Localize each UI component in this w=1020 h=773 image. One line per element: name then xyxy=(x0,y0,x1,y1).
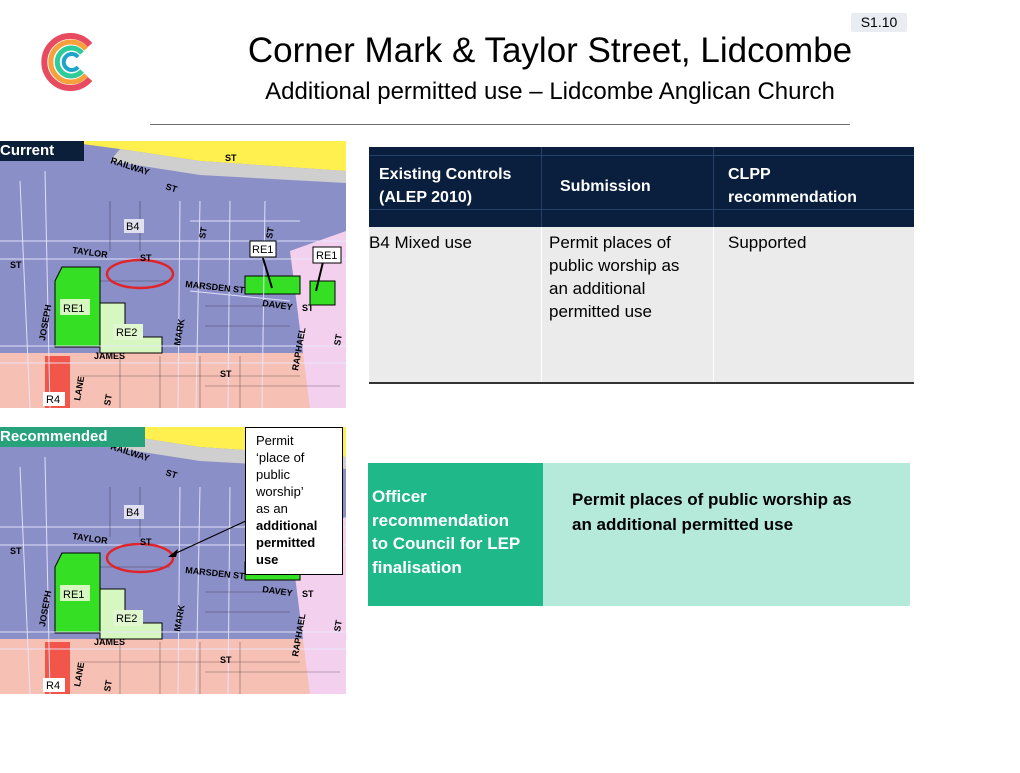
callout-box: Permit ‘place of public worship’ as an a… xyxy=(245,427,343,575)
st-label-west: ST xyxy=(10,260,22,270)
re1-zone-east-2 xyxy=(309,280,336,306)
lane-st-label-rec: ST xyxy=(102,679,114,693)
raphael-st-label: ST xyxy=(332,333,344,347)
taylor-st-label: ST xyxy=(140,253,152,263)
header-rule-bottom xyxy=(369,209,914,210)
header-rule-top xyxy=(369,155,914,156)
page-title: Corner Mark & Taylor Street, Lidcombe xyxy=(247,31,853,70)
callout-line-6: additional xyxy=(256,518,318,533)
current-map-graphic: B4 RE1 RE1 RE1 RE2 R4 RAILWAY ST ST TAYL… xyxy=(0,141,346,408)
james-street-label: JAMES xyxy=(94,351,125,361)
page-subtitle: Additional permitted use – Lidcombe Angl… xyxy=(265,78,835,105)
callout-line-4: worship’ xyxy=(256,484,304,499)
st-label-top: ST xyxy=(225,153,237,163)
header-existing-line-2: (ALEP 2010) xyxy=(379,189,473,206)
callout-line-8: use xyxy=(256,552,279,567)
r4-label-rec: R4 xyxy=(46,680,60,692)
re1-label-east-2: RE1 xyxy=(316,250,337,262)
james-st-label: ST xyxy=(220,369,232,379)
callout-line-1: Permit xyxy=(256,433,294,448)
callout-line-5: as an xyxy=(256,501,288,516)
header-existing-line-1: Existing Controls xyxy=(379,166,512,183)
row-divider-1 xyxy=(541,227,542,382)
officer-label: Officer recommendation to Council for LE… xyxy=(372,485,542,579)
james-st-label-rec: ST xyxy=(220,655,232,665)
current-map-label: Current xyxy=(0,141,84,161)
submission-line-4: permitted use xyxy=(549,302,652,321)
controls-table-row: B4 Mixed use Permit places of public wor… xyxy=(369,227,914,384)
officer-line-1: Officer xyxy=(372,487,427,506)
header-divider-1 xyxy=(541,147,542,227)
officer-line-4: finalisation xyxy=(372,557,462,577)
davey-st-label-rec: ST xyxy=(302,589,314,599)
recommendation-line-2: an additional permitted use xyxy=(572,515,794,534)
b4-label-rec: B4 xyxy=(126,507,139,519)
officer-line-2: recommendation xyxy=(372,510,509,530)
officer-line-3: to Council for LEP xyxy=(372,534,521,553)
cell-clpp: Supported xyxy=(728,233,807,252)
st-label-east: ST xyxy=(264,226,276,240)
re1-label-east: RE1 xyxy=(252,244,273,256)
c-logo-icon xyxy=(41,33,93,91)
james-street-label-rec: JAMES xyxy=(94,637,125,647)
recommended-map-label: Recommended xyxy=(0,427,145,447)
cell-existing: B4 Mixed use xyxy=(369,233,472,252)
council-logo xyxy=(38,31,100,93)
st-label-west-rec: ST xyxy=(10,546,22,556)
submission-line-2: public worship as xyxy=(549,256,680,275)
title-divider xyxy=(150,124,850,125)
officer-recommendation-text: Permit places of public worship as an ad… xyxy=(572,487,902,537)
callout-line-7: permitted xyxy=(256,535,316,550)
mark-st-label: ST xyxy=(197,226,209,240)
current-zoning-map: B4 RE1 RE1 RE1 RE2 R4 RAILWAY ST ST TAYL… xyxy=(0,141,346,408)
re2-label-rec: RE2 xyxy=(116,613,137,625)
re2-label: RE2 xyxy=(116,327,137,339)
submission-line-1: Permit places of xyxy=(549,233,671,252)
raphael-st-label-rec: ST xyxy=(332,619,344,633)
lane-st-label: ST xyxy=(102,393,114,407)
submission-line-3: an additional xyxy=(549,279,646,298)
taylor-st-label-rec: ST xyxy=(140,537,152,547)
callout-line-3: public xyxy=(256,467,290,482)
re1-label-west: RE1 xyxy=(63,303,84,315)
header-clpp-line-1: CLPP xyxy=(728,166,771,183)
header-clpp-line-2: recommendation xyxy=(728,189,857,206)
b4-label: B4 xyxy=(126,221,139,233)
header-submission: Submission xyxy=(560,178,651,195)
re1-label-rec: RE1 xyxy=(63,589,84,601)
controls-table-header: Existing Controls (ALEP 2010) Submission… xyxy=(369,147,914,227)
row-divider-2 xyxy=(713,227,714,382)
re1-zone-east xyxy=(244,275,301,295)
callout-line-2: ‘place of xyxy=(256,450,305,465)
recommendation-line-1: Permit places of public worship as xyxy=(572,490,852,509)
cell-submission: Permit places of public worship as an ad… xyxy=(549,231,679,323)
r4-label: R4 xyxy=(46,394,60,406)
header-divider-2 xyxy=(713,147,714,227)
davey-st-label: ST xyxy=(302,303,314,313)
